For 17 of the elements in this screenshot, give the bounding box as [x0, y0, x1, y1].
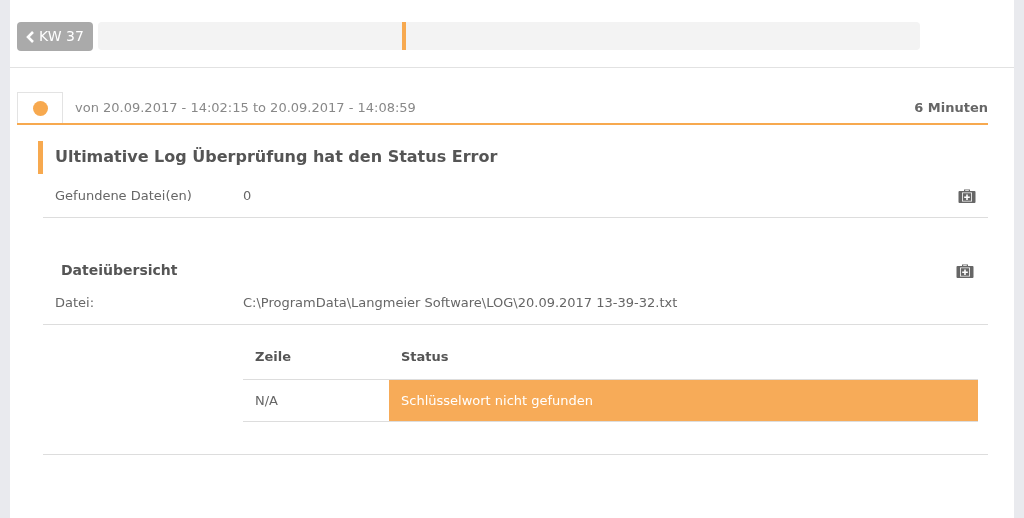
column-header: Zeile: [243, 335, 389, 379]
timeline-track[interactable]: [97, 22, 920, 50]
timeline-marker[interactable]: [401, 22, 406, 50]
duration-text: 6 Minuten: [914, 98, 988, 117]
column-header: Status: [389, 335, 978, 379]
period-text: von 20.09.2017 - 14:02:15 to 20.09.2017 - 14:08:59: [74, 98, 417, 117]
status-cell: Schlüsselwort nicht gefunden: [389, 379, 978, 422]
section-title: Dateiübersicht: [61, 261, 178, 280]
first-aid-kit-icon[interactable]: [958, 187, 976, 204]
back-week-button[interactable]: KW 37: [17, 22, 93, 51]
chevron-left-icon: [26, 30, 35, 43]
check-title: Ultimative Log Überprüfung hat den Status Error: [38, 141, 1014, 174]
field-label: Datei:: [55, 293, 96, 312]
first-aid-kit-icon[interactable]: [956, 262, 974, 279]
field-value: 0: [243, 186, 253, 205]
field-label: Gefundene Datei(en): [55, 186, 193, 205]
file-path: C:\ProgramData\Langmeier Software\LOG\20.09.2017 13-39-32.txt: [243, 293, 678, 312]
